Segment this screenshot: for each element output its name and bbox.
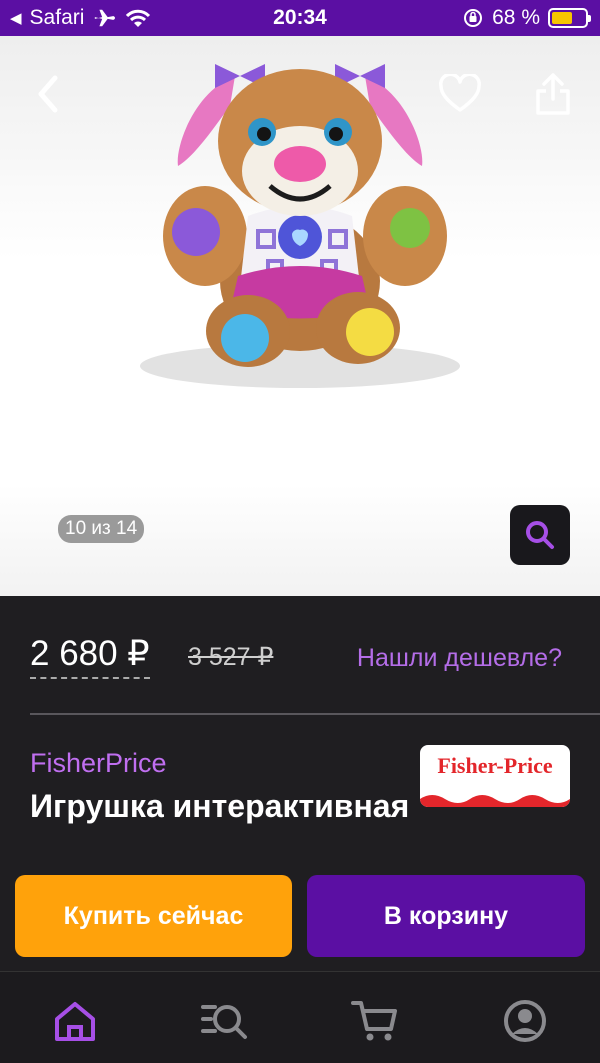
chevron-left-icon: [38, 75, 58, 113]
zoom-button[interactable]: [510, 505, 570, 565]
image-counter: 10 из 14: [58, 515, 145, 543]
status-bar-right: 68 %: [462, 6, 591, 30]
add-to-cart-button[interactable]: В корзину: [307, 875, 585, 957]
battery-fill: [552, 12, 573, 24]
price-row: 2 680 ₽ 3 527 ₽ Нашли дешевле?: [30, 634, 570, 682]
product-title: Игрушка интерактивная: [30, 788, 410, 824]
cart-icon: [351, 1001, 397, 1041]
buy-now-button[interactable]: Купить сейчас: [15, 875, 292, 957]
heart-icon: [439, 74, 481, 112]
brand-logo-waves: [420, 795, 570, 807]
battery-percent: 68 %: [492, 6, 540, 29]
back-button[interactable]: [20, 66, 76, 122]
brand-logo[interactable]: Fisher-Price: [420, 745, 570, 807]
home-icon: [55, 1002, 95, 1041]
status-bar: ◀ Safari 20:34 68 %: [0, 0, 600, 36]
old-price: 3 527 ₽: [188, 643, 274, 671]
brand-link[interactable]: FisherPrice: [30, 748, 167, 779]
share-icon: [536, 73, 570, 115]
catalog-search-icon: [201, 1005, 247, 1039]
brand-logo-text: Fisher-Price: [437, 753, 553, 778]
profile-icon: [504, 1000, 546, 1042]
current-price[interactable]: 2 680 ₽: [30, 634, 150, 679]
tab-cart[interactable]: [351, 997, 399, 1045]
favorite-button[interactable]: [432, 66, 488, 122]
bottom-tab-bar: [0, 971, 600, 1063]
tab-home[interactable]: [51, 997, 99, 1045]
divider: [30, 713, 600, 715]
battery-icon: [548, 8, 591, 28]
orientation-lock-icon: [464, 9, 483, 27]
found-cheaper-link[interactable]: Нашли дешевле?: [357, 644, 562, 673]
product-image-gallery[interactable]: 10 из 14: [0, 36, 600, 596]
search-icon: [526, 521, 554, 549]
share-button[interactable]: [525, 66, 581, 122]
tab-profile[interactable]: [501, 997, 549, 1045]
tab-catalog[interactable]: [201, 997, 249, 1045]
